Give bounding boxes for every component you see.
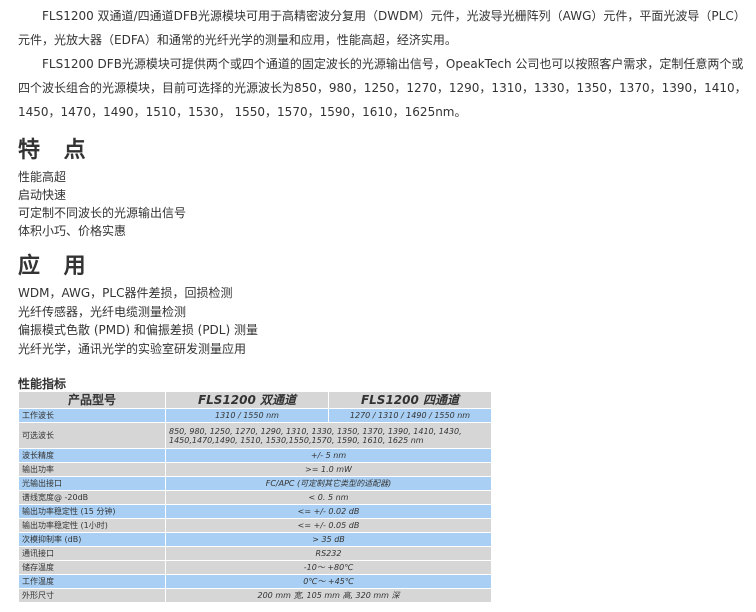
- table-row: 谱线宽度@ -20dB < 0. 5 nm: [18, 490, 492, 505]
- spec-label: 工作温度: [18, 574, 166, 589]
- spec-label: 工作波长: [18, 408, 166, 423]
- table-row: 储存温度 -10～ +80℃: [18, 560, 492, 575]
- table-row: 波长精度 +/- 5 nm: [18, 448, 492, 463]
- spec-label: 输出功率稳定性 (1小时): [18, 518, 166, 533]
- spec-value: 1310 / 1550 nm: [165, 408, 329, 423]
- table-row: 通讯接口 RS232: [18, 546, 492, 561]
- applications-list: WDM，AWG，PLC器件差损，回损检测 光纤传感器，光纤电缆测量检测 偏振模式…: [18, 284, 258, 358]
- spec-value: RS232: [165, 546, 492, 561]
- spec-label: 储存温度: [18, 560, 166, 575]
- product-page: FLS1200 双通道/四通道DFB光源模块可用于高精密波分复用（DWDM）元件…: [0, 0, 756, 612]
- spec-label: 光输出接口: [18, 476, 166, 491]
- features-heading: 特 点: [18, 138, 94, 163]
- features-list: 性能高超 启动快速 可定制不同波长的光源输出信号 体积小巧、价格实惠: [18, 168, 186, 240]
- application-item: 偏振模式色散 (PMD) 和偏振差损 (PDL) 测量: [18, 323, 258, 337]
- spec-value: 200 mm 宽, 105 mm 高, 320 mm 深: [165, 588, 492, 603]
- spec-label: 波长精度: [18, 448, 166, 463]
- spec-header-dual: FLS1200 双通道: [165, 391, 329, 409]
- spec-label: 可选波长: [18, 422, 166, 449]
- feature-item: 性能高超: [18, 170, 67, 184]
- spec-value: <= +/- 0.02 dB: [165, 504, 492, 519]
- spec-value: -10～ +80℃: [165, 560, 492, 575]
- spec-label: 输出功率稳定性 (15 分钟): [18, 504, 166, 519]
- application-item: 光纤传感器，光纤电缆测量检测: [18, 304, 187, 319]
- spec-label: 输出功率: [18, 462, 166, 477]
- application-item: 光纤光学，通讯光学的实验室研发测量应用: [18, 341, 247, 356]
- spec-value: <= +/- 0.05 dB: [165, 518, 492, 533]
- table-row: 次模抑制率 (dB) > 35 dB: [18, 532, 492, 547]
- feature-item: 体积小巧、价格实惠: [18, 224, 127, 238]
- feature-item: 可定制不同波长的光源输出信号: [18, 206, 187, 220]
- spec-value: >= 1.0 mW: [165, 462, 492, 477]
- feature-item: 启动快速: [18, 188, 67, 202]
- spec-title: 性能指标: [18, 377, 67, 391]
- spec-header-row: 产品型号 FLS1200 双通道 FLS1200 四通道: [18, 391, 492, 409]
- spec-value: > 35 dB: [165, 532, 492, 547]
- applications-heading: 应 用: [18, 254, 94, 279]
- spec-header-model: 产品型号: [18, 391, 166, 409]
- spec-value: 850, 980, 1250, 1270, 1290, 1310, 1330, …: [165, 422, 492, 449]
- table-row: 工作温度 0℃～ +45℃: [18, 574, 492, 589]
- spec-value: < 0. 5 nm: [165, 490, 492, 505]
- table-row: 输出功率稳定性 (1小时) <= +/- 0.05 dB: [18, 518, 492, 533]
- table-row: 输出功率 >= 1.0 mW: [18, 462, 492, 477]
- spec-label: 次模抑制率 (dB): [18, 532, 166, 547]
- spec-label: 通讯接口: [18, 546, 166, 561]
- intro-paragraph-2: FLS1200 DFB光源模块可提供两个或四个通道的固定波长的光源输出信号，Op…: [18, 57, 747, 119]
- spec-value: +/- 5 nm: [165, 448, 492, 463]
- table-row: 可选波长 850, 980, 1250, 1270, 1290, 1310, 1…: [18, 422, 492, 449]
- spec-table: 产品型号 FLS1200 双通道 FLS1200 四通道 工作波长 1310 /…: [18, 391, 492, 603]
- spec-label: 谱线宽度@ -20dB: [18, 490, 166, 505]
- spec-header-quad: FLS1200 四通道: [328, 391, 492, 409]
- intro-text: FLS1200 双通道/四通道DFB光源模块可用于高精密波分复用（DWDM）元件…: [18, 4, 748, 124]
- table-row: 工作波长 1310 / 1550 nm 1270 / 1310 / 1490 /…: [18, 408, 492, 423]
- application-item: WDM，AWG，PLC器件差损，回损检测: [18, 286, 233, 300]
- spec-label: 外形尺寸: [18, 588, 166, 603]
- spec-value: FC/APC (可定制其它类型的适配器): [165, 476, 492, 491]
- intro-paragraph-1: FLS1200 双通道/四通道DFB光源模块可用于高精密波分复用（DWDM）元件…: [18, 9, 746, 47]
- spec-value: 1270 / 1310 / 1490 / 1550 nm: [328, 408, 492, 423]
- table-row: 光输出接口 FC/APC (可定制其它类型的适配器): [18, 476, 492, 491]
- table-row: 输出功率稳定性 (15 分钟) <= +/- 0.02 dB: [18, 504, 492, 519]
- spec-value: 0℃～ +45℃: [165, 574, 492, 589]
- table-row: 外形尺寸 200 mm 宽, 105 mm 高, 320 mm 深: [18, 588, 492, 603]
